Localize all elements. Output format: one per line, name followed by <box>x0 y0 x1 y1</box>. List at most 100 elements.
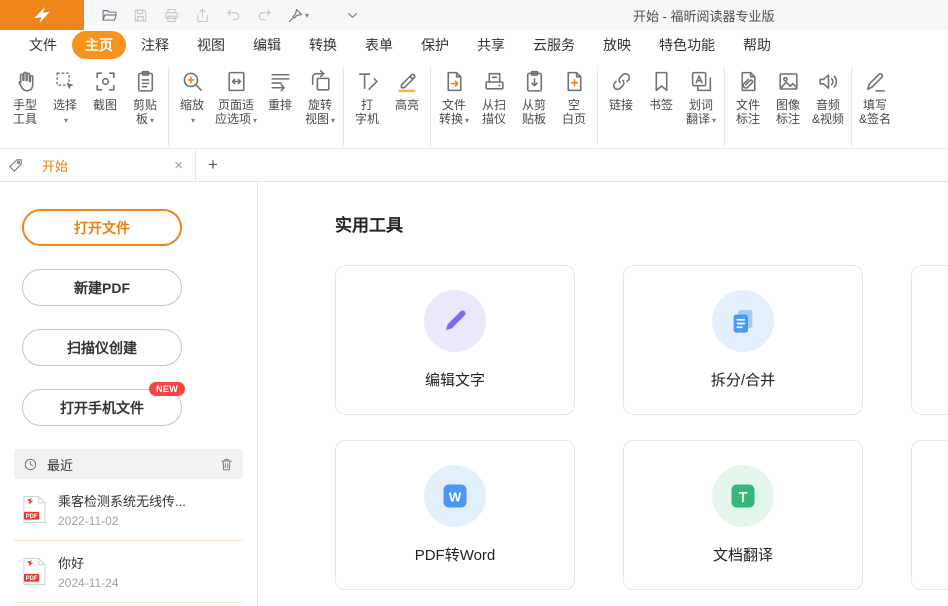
tool-card-edit-text[interactable]: 编辑文字 <box>335 265 575 415</box>
menu-tab-help[interactable]: 帮助 <box>730 31 784 59</box>
ribbon-item-select[interactable]: 选择▾ <box>45 66 85 131</box>
tool-card-doc-translate[interactable]: T文档翻译 <box>623 440 863 590</box>
ribbon-item-from-scanner[interactable]: 从扫描仪 <box>474 66 514 129</box>
tool-card-pdf-to-word[interactable]: WPDF转Word <box>335 440 575 590</box>
ribbon-item-hand-tool[interactable]: 手型工具 <box>5 66 45 129</box>
label-line: 从扫 <box>482 98 506 112</box>
menu-tab-protect[interactable]: 保护 <box>408 31 462 59</box>
recent-file[interactable]: PDF乘客检测系统无线传...2022-11-02 <box>14 479 243 541</box>
trash-icon <box>219 457 234 472</box>
ribbon-item-highlight[interactable]: 高亮 <box>387 66 427 115</box>
ribbon-toolbar: 手型工具选择▾ 截图剪贴板▾ 缩放▾ 页面适应选项▾重排旋转视图▾打字机高亮文件转换▾… <box>0 60 948 148</box>
ribbon-group-0: 手型工具选择▾ 截图剪贴板▾ <box>2 66 169 146</box>
document-tab-start[interactable]: 开始× <box>30 149 196 181</box>
ribbon-group-6: 填写&签名 <box>852 66 898 146</box>
main-content: 实用工具 编辑文字拆分/合并WPDF转WordT文档翻译 <box>258 182 948 606</box>
label-line: 页面适 <box>218 98 254 112</box>
ribbon-item-rotate-view[interactable]: 旋转视图▾ <box>300 66 340 131</box>
collapse-toolbar-button[interactable] <box>340 4 365 26</box>
ribbon-item-label: 书签 <box>649 98 673 112</box>
menu-tab-view[interactable]: 视图 <box>184 31 238 59</box>
ribbon-item-word-translate[interactable]: 划词翻译▾ <box>681 66 721 131</box>
ribbon-item-blank-page[interactable]: 空白页 <box>554 66 594 129</box>
tool-card-split-merge[interactable]: 拆分/合并 <box>623 265 863 415</box>
label-line: 工具 <box>13 112 37 126</box>
pdf-file-icon-box: PDF <box>22 495 47 524</box>
new-tab-button[interactable]: + <box>196 149 230 181</box>
card-icon-circle: T <box>712 465 774 527</box>
menu-tab-file[interactable]: 文件 <box>16 31 70 59</box>
menu-tab-features[interactable]: 特色功能 <box>646 31 728 59</box>
ribbon-item-typewriter[interactable]: 打字机 <box>347 66 387 129</box>
ribbon-item-from-clipboard[interactable]: 从剪贴板 <box>514 66 554 129</box>
tool-card-partial-right-top[interactable] <box>911 265 948 415</box>
window-title: 开始 - 福昕阅读器专业版 <box>633 0 775 30</box>
undo-button[interactable] <box>221 4 246 26</box>
ribbon-item-snapshot[interactable]: 截图 <box>85 66 125 115</box>
format-brush-button[interactable]: ▾ <box>283 4 313 26</box>
menu-tab-present[interactable]: 放映 <box>590 31 644 59</box>
label-line: 打 <box>361 98 373 112</box>
sidebar-actions: 打开文件新建PDF 扫描仪创建打开手机文件NEW <box>0 209 257 426</box>
menu-tab-form[interactable]: 表单 <box>352 31 406 59</box>
sidebar-button-new-pdf[interactable]: 新建PDF <box>22 269 182 306</box>
tag-tool-button[interactable] <box>0 149 30 181</box>
ribbon-item-page-fit[interactable]: 页面适应选项▾ <box>212 66 260 131</box>
dropdown-caret: ▾ <box>331 116 335 125</box>
export-button[interactable] <box>190 4 215 26</box>
label-line: 文件 <box>442 98 466 112</box>
ribbon-item-fill-sign[interactable]: 填写&签名 <box>855 66 895 129</box>
card-label: 编辑文字 <box>425 369 485 390</box>
ribbon-item-label: 截图 <box>93 98 117 112</box>
menu-tab-home[interactable]: 主页 <box>72 31 126 59</box>
dropdown-caret: ▾ <box>712 116 716 125</box>
tab-close-icon[interactable]: × <box>171 158 186 173</box>
tool-card-partial-right-bottom[interactable] <box>911 440 948 590</box>
link-icon <box>609 69 634 94</box>
blank-page-icon <box>562 69 587 94</box>
app-logo-button[interactable] <box>0 0 84 30</box>
ribbon-group-2: 打字机高亮 <box>344 66 431 146</box>
label-line: 贴板 <box>522 112 546 126</box>
ribbon-item-audio-video[interactable]: 音频&视频 <box>808 66 848 129</box>
recent-label: 最近 <box>47 455 73 474</box>
tool-cards: 编辑文字 拆分/合并 WPDF转Word T文档翻译 <box>335 265 948 590</box>
clear-recent-button[interactable] <box>219 457 234 472</box>
ribbon-item-bookmark[interactable]: 书签 <box>641 66 681 115</box>
label-line: 翻译▾ <box>686 112 716 128</box>
save-button[interactable] <box>128 4 153 26</box>
open-folder-icon <box>101 7 118 24</box>
menu-tab-share[interactable]: 共享 <box>464 31 518 59</box>
ribbon-item-clipboard[interactable]: 剪贴板▾ <box>125 66 165 131</box>
ribbon-tab-strip: 文件主页注释视图编辑转换表单保护共享云服务放映特色功能帮助 <box>0 30 948 60</box>
pencil-card-icon <box>440 306 470 336</box>
ribbon-group-4: 链接书签划词翻译▾ <box>598 66 725 146</box>
ribbon-item-file-convert[interactable]: 文件转换▾ <box>434 66 474 131</box>
sidebar-button-scanner-create[interactable]: 扫描仪创建 <box>22 329 182 366</box>
menu-tab-comment[interactable]: 注释 <box>128 31 182 59</box>
ribbon-item-file-annotation[interactable]: 文件标注 <box>728 66 768 129</box>
sidebar-button-open-mobile-file[interactable]: 打开手机文件NEW <box>22 389 182 426</box>
ribbon-item-link[interactable]: 链接 <box>601 66 641 115</box>
recent-file[interactable]: PDF你好2024-11-24 <box>14 541 243 603</box>
ribbon-item-reflow[interactable]: 重排 <box>260 66 300 115</box>
dropdown-caret: ▾ <box>465 116 469 125</box>
ribbon-item-zoom[interactable]: 缩放▾ <box>172 66 212 131</box>
sidebar-button-open-file[interactable]: 打开文件 <box>22 209 182 246</box>
label-line: 空 <box>568 98 580 112</box>
label-line: 划词 <box>689 98 713 112</box>
dropdown-caret: ▾ <box>191 116 195 125</box>
menu-tab-cloud[interactable]: 云服务 <box>520 31 588 59</box>
redo-button[interactable] <box>252 4 277 26</box>
card-icon-circle <box>712 290 774 352</box>
ribbon-item-label: 缩放▾ <box>180 98 204 128</box>
pdf-file-icon: PDF <box>22 557 47 586</box>
ribbon-item-label: 空白页 <box>562 98 586 126</box>
ribbon-item-image-annotation[interactable]: 图像标注 <box>768 66 808 129</box>
print-button[interactable] <box>159 4 184 26</box>
open-file-button[interactable] <box>97 4 122 26</box>
label-line: 截图 <box>93 98 117 112</box>
menu-tab-edit[interactable]: 编辑 <box>240 31 294 59</box>
button-label: 新建PDF <box>74 280 130 296</box>
menu-tab-convert[interactable]: 转换 <box>296 31 350 59</box>
